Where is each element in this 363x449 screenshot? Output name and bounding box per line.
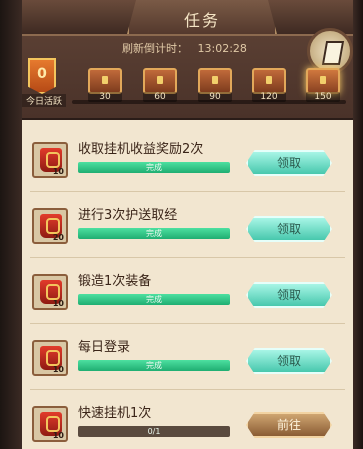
reward-count: 20 [52,233,64,242]
title-bar: 任务 [22,0,353,36]
task-row: 10 锻造1次装备 完成 领取 [22,258,353,324]
claim-button[interactable]: 领取 [246,348,332,374]
task-row: 10 收取挂机收益奖励2次 完成 领取 [22,126,353,192]
background-right [353,0,363,449]
task-title: 每日登录 [78,340,131,355]
window-title: 任务 [183,11,220,30]
claim-button[interactable]: 领取 [246,150,332,176]
reward-item-icon[interactable]: 20 [32,208,68,244]
activity-label: 今日活跃 [22,94,66,107]
background-left [0,0,22,449]
task-title: 锻造1次装备 [78,274,152,289]
go-button[interactable]: 前往 [246,412,332,438]
task-progress-bar: 0/1 [78,426,230,437]
chest-value-150: 150 [306,92,340,102]
chest-icon-90[interactable] [198,68,232,94]
chest-value-30: 30 [88,92,122,102]
timer-label: 刷新倒计时： [122,42,188,55]
reward-item-icon[interactable]: 10 [32,340,68,376]
timer-value: 13:02:28 [197,42,247,55]
task-list: 10 收取挂机收益奖励2次 完成 领取 20 进行3次护送取经 完成 领取 10… [22,120,353,449]
chest-icon-120[interactable] [252,68,286,94]
task-progress-bar: 完成 [78,294,230,305]
reward-count: 10 [52,167,64,176]
task-progress-text: 完成 [146,295,162,304]
activity-medal-icon: 0 [28,58,56,94]
reward-item-icon[interactable]: 10 [32,142,68,178]
task-row: 10 每日登录 完成 领取 [22,324,353,390]
reward-item-icon[interactable]: 10 [32,406,68,442]
task-progress-bar: 完成 [78,228,230,239]
chest-value-60: 60 [143,92,177,102]
claim-button[interactable]: 领取 [246,282,332,308]
reward-item-icon[interactable]: 10 [32,274,68,310]
task-title: 收取挂机收益奖励2次 [78,142,204,157]
activity-value: 0 [37,66,47,82]
task-progress-text: 完成 [146,361,162,370]
reward-count: 10 [52,299,64,308]
title-plate: 任务 [127,0,277,34]
task-progress-bar: 完成 [78,360,230,371]
chest-icon-150[interactable] [306,68,340,94]
activity-panel: 刷新倒计时： 13:02:28 0 今日活跃 30 60 90 120 150 [22,28,353,118]
claim-button[interactable]: 领取 [246,216,332,242]
refresh-timer: 刷新倒计时： 13:02:28 [122,40,253,56]
task-row: 10 快速挂机1次 0/1 前往 [22,390,353,449]
task-progress-text: 完成 [146,163,162,172]
chest-value-120: 120 [252,92,286,102]
task-title: 快速挂机1次 [78,406,152,421]
task-progress-text: 完成 [146,229,162,238]
chest-icon-30[interactable] [88,68,122,94]
reward-count: 10 [52,431,64,440]
chest-icon-60[interactable] [143,68,177,94]
task-row: 20 进行3次护送取经 完成 领取 [22,192,353,258]
task-progress-bar: 完成 [78,162,230,173]
task-progress-text: 0/1 [147,427,161,436]
reward-count: 10 [52,365,64,374]
task-title: 进行3次护送取经 [78,208,178,223]
chest-value-90: 90 [198,92,232,102]
